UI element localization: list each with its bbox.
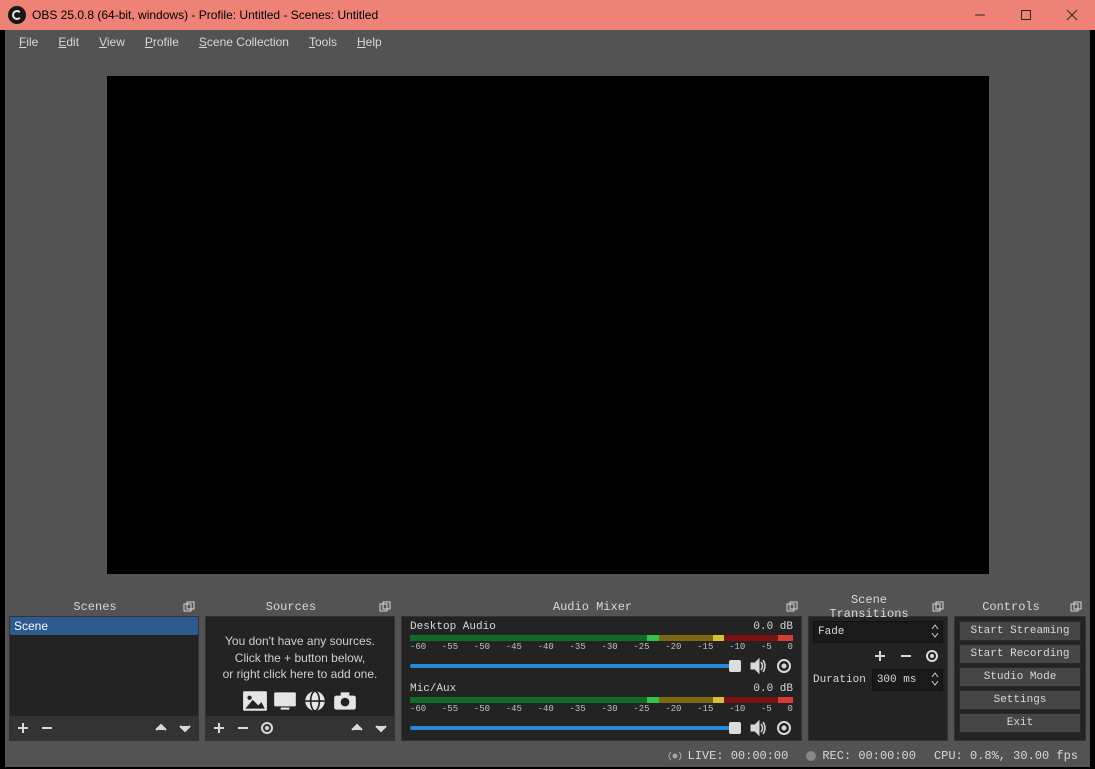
menu-tools[interactable]: Tools xyxy=(299,33,347,51)
browser-source-icon xyxy=(302,690,328,712)
mixer-volume-slider[interactable] xyxy=(410,664,741,668)
preview-area xyxy=(5,54,1090,598)
dock-audio-mixer: Audio Mixer Desktop Audio 0.0 dB xyxy=(401,598,802,741)
camera-source-icon xyxy=(332,690,358,712)
mixer-channel-name: Desktop Audio xyxy=(410,621,496,633)
speaker-icon[interactable] xyxy=(749,719,767,737)
menu-bar: File Edit View Profile Scene Collection … xyxy=(5,30,1090,54)
add-transition-button[interactable] xyxy=(871,647,889,665)
dock-sources-body[interactable]: You don't have any sources. Click the + … xyxy=(205,617,395,741)
dock-controls-body: Start Streaming Start Recording Studio M… xyxy=(954,617,1086,741)
docks-row: Scenes Scene Sources xyxy=(5,598,1090,745)
menu-file[interactable]: File xyxy=(9,33,48,51)
window-buttons xyxy=(957,0,1095,30)
maximize-button[interactable] xyxy=(1003,0,1049,30)
sources-toolbar xyxy=(206,716,394,740)
dock-sources-header: Sources xyxy=(205,598,395,617)
chevron-down-icon[interactable] xyxy=(930,631,940,639)
menu-profile[interactable]: Profile xyxy=(135,33,189,51)
popout-icon[interactable] xyxy=(181,599,197,615)
start-streaming-button[interactable]: Start Streaming xyxy=(959,621,1081,641)
source-down-button[interactable] xyxy=(372,719,390,737)
status-rec: REC: 00:00:00 xyxy=(806,749,916,763)
transition-properties-button[interactable] xyxy=(923,647,941,665)
source-properties-button[interactable] xyxy=(258,719,276,737)
dock-mixer-body: Desktop Audio 0.0 dB xyxy=(401,617,802,741)
speaker-icon[interactable] xyxy=(749,657,767,675)
chevron-down-icon[interactable] xyxy=(930,679,940,687)
menu-help[interactable]: Help xyxy=(347,33,392,51)
status-bar: LIVE: 00:00:00 REC: 00:00:00 CPU: 0.8%, … xyxy=(5,745,1090,767)
gear-icon[interactable] xyxy=(775,719,793,737)
source-up-button[interactable] xyxy=(348,719,366,737)
app-frame: File Edit View Profile Scene Collection … xyxy=(5,30,1090,767)
menu-edit[interactable]: Edit xyxy=(48,33,89,51)
dock-scenes: Scenes Scene xyxy=(9,598,199,741)
sources-type-icons xyxy=(242,690,358,712)
dock-controls-header: Controls xyxy=(954,598,1086,617)
scenes-toolbar xyxy=(10,716,198,740)
scene-up-button[interactable] xyxy=(152,719,170,737)
display-source-icon xyxy=(272,690,298,712)
mixer-channel: Desktop Audio 0.0 dB xyxy=(410,621,793,675)
duration-input[interactable]: 300 ms xyxy=(872,669,943,691)
status-cpu: CPU: 0.8%, 30.00 fps xyxy=(934,749,1078,763)
gear-icon[interactable] xyxy=(775,657,793,675)
menu-scene-collection[interactable]: Scene Collection xyxy=(189,33,299,51)
dock-scenes-title: Scenes xyxy=(9,600,181,614)
minimize-button[interactable] xyxy=(957,0,1003,30)
mixer-volume-slider[interactable] xyxy=(410,726,741,730)
start-recording-button[interactable]: Start Recording xyxy=(959,644,1081,664)
dock-controls-title: Controls xyxy=(954,600,1068,614)
popout-icon[interactable] xyxy=(1068,599,1084,615)
dock-scene-transitions: Scene Transitions Fade xyxy=(808,598,948,741)
studio-mode-button[interactable]: Studio Mode xyxy=(959,667,1081,687)
dock-scenes-header: Scenes xyxy=(9,598,199,617)
sources-empty-message: You don't have any sources. Click the + … xyxy=(206,617,394,716)
chevron-up-icon[interactable] xyxy=(930,623,940,631)
broadcast-icon xyxy=(668,749,682,763)
dock-mixer-header: Audio Mixer xyxy=(401,598,802,617)
dock-sources-title: Sources xyxy=(205,600,377,614)
image-source-icon xyxy=(242,690,268,712)
mixer-channel-db: 0.0 dB xyxy=(753,621,793,633)
obs-logo-icon xyxy=(8,6,26,24)
preview-canvas[interactable] xyxy=(107,76,989,574)
remove-scene-button[interactable] xyxy=(38,719,56,737)
mixer-channel: Mic/Aux 0.0 dB xyxy=(410,683,793,737)
mixer-meter xyxy=(410,635,793,641)
chevron-up-icon[interactable] xyxy=(930,671,940,679)
window-title: OBS 25.0.8 (64-bit, windows) - Profile: … xyxy=(32,8,378,22)
popout-icon[interactable] xyxy=(930,599,946,615)
settings-button[interactable]: Settings xyxy=(959,690,1081,710)
dock-trans-header: Scene Transitions xyxy=(808,598,948,617)
mixer-channel-name: Mic/Aux xyxy=(410,683,456,695)
menu-view[interactable]: View xyxy=(89,33,135,51)
remove-transition-button[interactable] xyxy=(897,647,915,665)
status-live: LIVE: 00:00:00 xyxy=(668,749,789,763)
dock-trans-body: Fade Duration 300 ms xyxy=(808,617,948,741)
dock-trans-title: Scene Transitions xyxy=(808,593,930,621)
duration-label: Duration xyxy=(813,674,866,686)
transition-select[interactable]: Fade xyxy=(813,621,943,643)
dock-mixer-title: Audio Mixer xyxy=(401,600,784,614)
add-scene-button[interactable] xyxy=(14,719,32,737)
scene-down-button[interactable] xyxy=(176,719,194,737)
dock-scenes-body: Scene xyxy=(9,617,199,741)
scene-item[interactable]: Scene xyxy=(10,617,198,635)
title-bar: OBS 25.0.8 (64-bit, windows) - Profile: … xyxy=(0,0,1095,30)
dock-controls: Controls Start Streaming Start Recording… xyxy=(954,598,1086,741)
close-button[interactable] xyxy=(1049,0,1095,30)
popout-icon[interactable] xyxy=(377,599,393,615)
add-source-button[interactable] xyxy=(210,719,228,737)
popout-icon[interactable] xyxy=(784,599,800,615)
record-dot-icon xyxy=(806,751,816,761)
mixer-meter xyxy=(410,697,793,703)
dock-sources: Sources You don't have any sources. Clic… xyxy=(205,598,395,741)
remove-source-button[interactable] xyxy=(234,719,252,737)
exit-button[interactable]: Exit xyxy=(959,713,1081,733)
mixer-channel-db: 0.0 dB xyxy=(753,683,793,695)
